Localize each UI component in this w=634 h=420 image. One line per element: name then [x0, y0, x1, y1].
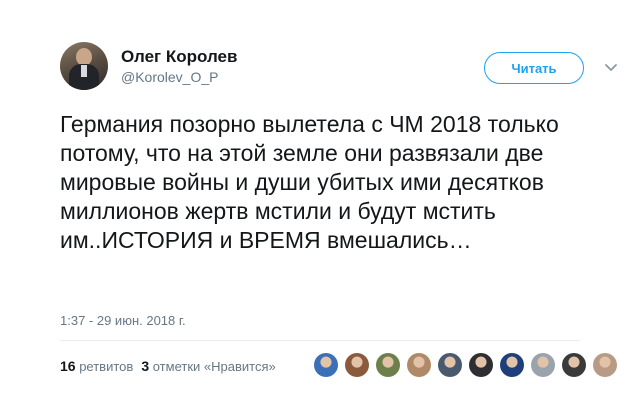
tweet-card: Олег Королев @Korolev_O_P Читать Германи…	[0, 0, 634, 420]
likes-label: отметки «Нравится»	[152, 359, 276, 374]
divider	[60, 340, 580, 341]
liker-avatar[interactable]	[593, 353, 617, 377]
tweet-stats: 16 ретвитов 3 отметки «Нравится»	[60, 358, 276, 374]
avatar-shirt	[81, 65, 87, 77]
likes-stat[interactable]: 3 отметки «Нравится»	[141, 358, 276, 374]
retweets-label: ретвитов	[79, 359, 134, 374]
tweet-timestamp[interactable]: 1:37 - 29 июн. 2018 г.	[60, 313, 186, 328]
liker-avatar[interactable]	[438, 353, 462, 377]
liker-avatar[interactable]	[469, 353, 493, 377]
follow-button[interactable]: Читать	[484, 52, 584, 84]
tweet-text: Германия позорно вылетела с ЧМ 2018 толь…	[60, 111, 559, 253]
likes-count: 3	[141, 358, 150, 374]
author-avatar[interactable]	[60, 42, 108, 90]
chevron-down-icon[interactable]	[603, 60, 619, 76]
liker-avatar[interactable]	[314, 353, 338, 377]
retweets-stat[interactable]: 16 ретвитов	[60, 358, 134, 374]
liker-avatar[interactable]	[376, 353, 400, 377]
liker-avatar[interactable]	[562, 353, 586, 377]
author-handle[interactable]: @Korolev_O_P	[121, 69, 218, 85]
retweets-count: 16	[60, 358, 76, 374]
liker-avatar[interactable]	[407, 353, 431, 377]
author-name[interactable]: Олег Королев	[121, 47, 237, 67]
liker-avatars	[314, 353, 624, 377]
liker-avatar[interactable]	[531, 353, 555, 377]
liker-avatar[interactable]	[345, 353, 369, 377]
liker-avatar[interactable]	[500, 353, 524, 377]
